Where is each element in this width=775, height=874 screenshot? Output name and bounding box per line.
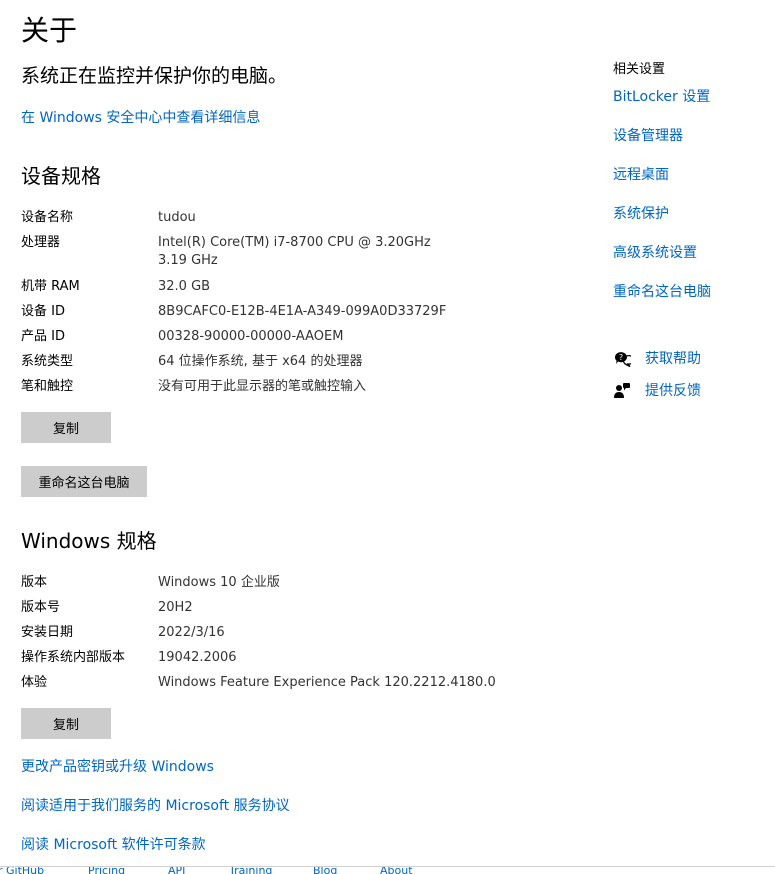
protection-status: 系统正在监控并保护你的电脑。	[21, 65, 288, 87]
win-value-os-build: 19042.2006	[158, 650, 237, 665]
related-link-device-manager[interactable]: 设备管理器	[613, 126, 683, 146]
spec-value-device-name: tudou	[158, 210, 196, 225]
spec-value-pen-touch: 没有可用于此显示器的笔或触控输入	[158, 379, 367, 394]
spec-label-pen-touch: 笔和触控	[21, 379, 74, 394]
spec-value-ram: 32.0 GB	[158, 279, 211, 294]
services-agreement-link[interactable]: 阅读适用于我们服务的 Microsoft 服务协议	[21, 796, 290, 816]
win-label-experience: 体验	[21, 675, 48, 690]
spec-label-processor: 处理器	[21, 235, 61, 250]
win-label-version: 版本号	[21, 600, 61, 615]
get-help-link[interactable]: 获取帮助	[645, 349, 701, 369]
win-label-edition: 版本	[21, 575, 48, 590]
copy-windows-specs-button[interactable]: 复制	[21, 708, 111, 739]
spec-label-system-type: 系统类型	[21, 354, 74, 369]
chat-help-icon[interactable]: ?	[613, 350, 635, 368]
svg-text:?: ?	[619, 353, 623, 362]
spec-value-product-id: 00328-90000-00000-AAOEM	[158, 329, 344, 344]
win-value-version: 20H2	[158, 600, 193, 615]
spec-value-device-id: 8B9CAFC0-E12B-4E1A-A349-099A0D33729F	[158, 304, 447, 319]
spec-label-product-id: 产品 ID	[21, 329, 65, 344]
win-label-install-date: 安装日期	[21, 625, 74, 640]
related-link-advanced-settings[interactable]: 高级系统设置	[613, 243, 697, 263]
win-value-edition: Windows 10 企业版	[158, 575, 280, 590]
win-value-install-date: 2022/3/16	[158, 625, 225, 640]
spec-label-device-name: 设备名称	[21, 210, 74, 225]
spec-value-processor: Intel(R) Core(TM) i7-8700 CPU @ 3.20GHz …	[158, 235, 431, 268]
give-feedback-link[interactable]: 提供反馈	[645, 381, 701, 401]
related-link-system-protection[interactable]: 系统保护	[613, 204, 669, 224]
person-feedback-icon[interactable]	[613, 382, 631, 400]
spec-value-system-type: 64 位操作系统, 基于 x64 的处理器	[158, 354, 363, 369]
copy-device-specs-button[interactable]: 复制	[21, 412, 111, 443]
win-value-experience: Windows Feature Experience Pack 120.2212…	[158, 675, 496, 690]
related-link-bitlocker[interactable]: BitLocker 设置	[613, 87, 710, 107]
rename-pc-button[interactable]: 重命名这台电脑	[21, 466, 147, 497]
license-terms-link[interactable]: 阅读 Microsoft 软件许可条款	[21, 835, 206, 855]
related-link-rename-pc[interactable]: 重命名这台电脑	[613, 282, 711, 302]
win-label-os-build: 操作系统内部版本	[21, 650, 126, 665]
change-product-key-link[interactable]: 更改产品密钥或升级 Windows	[21, 757, 214, 777]
device-specs-heading: 设备规格	[21, 164, 101, 188]
related-link-remote-desktop[interactable]: 远程桌面	[613, 165, 669, 185]
spec-label-device-id: 设备 ID	[21, 304, 65, 319]
windows-specs-heading: Windows 规格	[21, 529, 157, 553]
spec-label-ram: 机带 RAM	[21, 279, 80, 294]
security-center-link[interactable]: 在 Windows 安全中心中查看详细信息	[21, 108, 260, 128]
related-settings-heading: 相关设置	[613, 62, 666, 77]
page-title: 关于	[21, 14, 78, 47]
